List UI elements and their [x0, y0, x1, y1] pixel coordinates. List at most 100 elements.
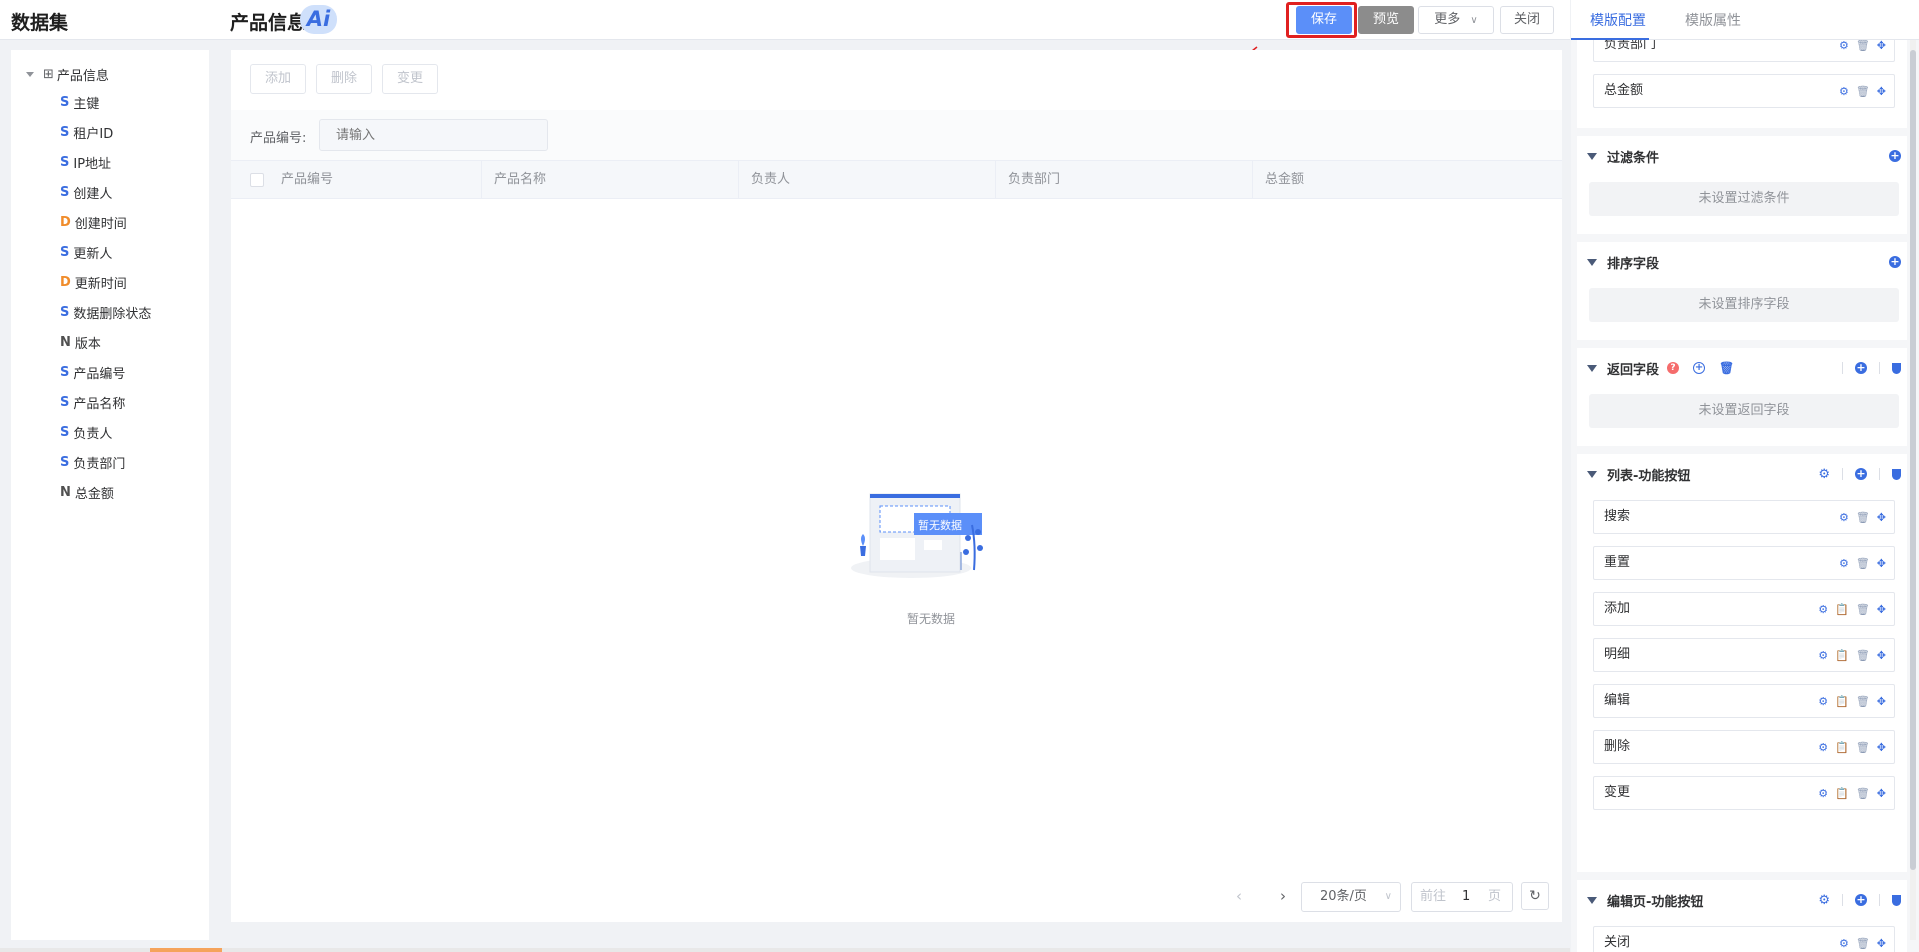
- shield-icon[interactable]: [1892, 894, 1901, 906]
- button-config-item[interactable]: 明细 ⚙ 📋 🗑 ✥: [1593, 638, 1895, 672]
- gear-icon[interactable]: ⚙: [1839, 40, 1849, 51]
- scrollbar[interactable]: [1910, 40, 1916, 940]
- trash-icon[interactable]: 🗑: [1856, 788, 1870, 799]
- tree-field-item[interactable]: S 负责人: [60, 422, 112, 442]
- tree-field-item[interactable]: N 版本: [60, 332, 101, 352]
- add-button[interactable]: 添加: [250, 64, 306, 94]
- gear-icon[interactable]: ⚙: [1839, 558, 1849, 569]
- trash-icon[interactable]: 🗑: [1856, 86, 1870, 97]
- gear-icon[interactable]: ⚙: [1839, 938, 1849, 949]
- clipboard-icon[interactable]: 📋: [1835, 788, 1849, 799]
- button-config-item[interactable]: 关闭 ⚙ 🗑 ✥: [1593, 926, 1895, 952]
- select-all-checkbox[interactable]: [250, 173, 264, 187]
- help-icon[interactable]: ?: [1667, 362, 1680, 374]
- gear-icon[interactable]: ⚙: [1818, 742, 1828, 753]
- tree-field-item[interactable]: S 数据删除状态: [60, 302, 151, 322]
- tree-field-item[interactable]: S 更新人: [60, 242, 112, 262]
- move-icon[interactable]: ✥: [1877, 604, 1886, 615]
- tree-field-item[interactable]: S 产品名称: [60, 392, 125, 412]
- tree-field-item[interactable]: N 总金额: [60, 482, 114, 502]
- tree-field-item[interactable]: D 更新时间: [60, 272, 127, 292]
- caret-down-icon[interactable]: [26, 71, 34, 77]
- scrollbar-thumb[interactable]: [1910, 50, 1916, 870]
- refresh-icon[interactable]: ↻: [1521, 882, 1549, 910]
- tree-field-item[interactable]: S IP地址: [60, 152, 111, 172]
- column-header[interactable]: 负责部门: [995, 161, 1252, 198]
- clipboard-icon[interactable]: 📋: [1835, 742, 1849, 753]
- trash-icon[interactable]: 🗑: [1856, 558, 1870, 569]
- trash-icon[interactable]: 🗑: [1856, 650, 1870, 661]
- tree-field-item[interactable]: S 产品编号: [60, 362, 125, 382]
- close-button[interactable]: 关闭: [1500, 6, 1554, 34]
- gear-icon[interactable]: ⚙: [1818, 788, 1828, 799]
- column-header[interactable]: 产品名称: [481, 161, 738, 198]
- delete-button[interactable]: 删除: [316, 64, 372, 94]
- tab-template-config[interactable]: 模版配置: [1590, 10, 1646, 30]
- circle-plus-icon[interactable]: +: [1693, 362, 1706, 374]
- clipboard-icon[interactable]: 📋: [1835, 604, 1849, 615]
- trash-icon[interactable]: 🗑: [1856, 604, 1870, 615]
- tree-field-item[interactable]: S 租户ID: [60, 122, 113, 142]
- change-button[interactable]: 变更: [382, 64, 438, 94]
- trash-icon[interactable]: 🗑: [1856, 40, 1870, 51]
- product-number-input[interactable]: [319, 119, 548, 151]
- move-icon[interactable]: ✥: [1877, 742, 1886, 753]
- field-item[interactable]: 负责部门 ⚙ 🗑 ✥: [1593, 40, 1895, 62]
- preview-button[interactable]: 预览: [1358, 6, 1414, 34]
- trash-icon[interactable]: 🗑: [1856, 512, 1870, 523]
- add-sort-icon[interactable]: +: [1889, 256, 1901, 268]
- move-icon[interactable]: ✥: [1877, 650, 1886, 661]
- field-item[interactable]: 总金额 ⚙ 🗑 ✥: [1593, 74, 1895, 108]
- filter-title[interactable]: 过滤条件: [1587, 146, 1659, 166]
- button-config-item[interactable]: 添加 ⚙ 📋 🗑 ✥: [1593, 592, 1895, 626]
- prev-page-icon[interactable]: ‹: [1227, 882, 1251, 910]
- column-header[interactable]: 总金额: [1252, 161, 1562, 198]
- gear-icon[interactable]: ⚙: [1818, 468, 1830, 481]
- tree-field-item[interactable]: S 创建人: [60, 182, 112, 202]
- trash-icon[interactable]: 🗑: [1856, 696, 1870, 707]
- gear-icon[interactable]: ⚙: [1818, 894, 1830, 907]
- button-config-item[interactable]: 变更 ⚙ 📋 🗑 ✥: [1593, 776, 1895, 810]
- button-config-item[interactable]: 重置 ⚙ 🗑 ✥: [1593, 546, 1895, 580]
- column-header[interactable]: 负责人: [738, 161, 995, 198]
- trash-icon[interactable]: 🗑: [1719, 361, 1734, 375]
- tree-field-item[interactable]: S 负责部门: [60, 452, 125, 472]
- clipboard-icon[interactable]: 📋: [1835, 650, 1849, 661]
- gear-icon[interactable]: ⚙: [1818, 696, 1828, 707]
- return-fields-title[interactable]: 返回字段? + 🗑: [1587, 358, 1734, 378]
- add-button-icon[interactable]: +: [1855, 894, 1867, 906]
- tree-field-item[interactable]: D 创建时间: [60, 212, 127, 232]
- ai-assistant-button[interactable]: Ai: [300, 5, 337, 34]
- next-page-icon[interactable]: ›: [1271, 882, 1295, 910]
- add-button-icon[interactable]: +: [1855, 468, 1867, 480]
- tree-root-node[interactable]: ⊞ 产品信息: [26, 64, 109, 84]
- trash-icon[interactable]: 🗑: [1856, 938, 1870, 949]
- tree-field-item[interactable]: S 主键: [60, 92, 99, 112]
- button-config-item[interactable]: 删除 ⚙ 📋 🗑 ✥: [1593, 730, 1895, 764]
- button-config-item[interactable]: 编辑 ⚙ 📋 🗑 ✥: [1593, 684, 1895, 718]
- gear-icon[interactable]: ⚙: [1839, 512, 1849, 523]
- column-header[interactable]: 产品编号: [269, 161, 481, 198]
- edit-buttons-title[interactable]: 编辑页-功能按钮: [1587, 890, 1703, 910]
- gear-icon[interactable]: ⚙: [1818, 604, 1828, 615]
- move-icon[interactable]: ✥: [1877, 938, 1886, 949]
- move-icon[interactable]: ✥: [1877, 512, 1886, 523]
- move-icon[interactable]: ✥: [1877, 788, 1886, 799]
- tab-template-properties[interactable]: 模版属性: [1685, 10, 1741, 30]
- shield-icon[interactable]: [1892, 468, 1901, 480]
- goto-page-input[interactable]: 1: [1462, 883, 1470, 911]
- gear-icon[interactable]: ⚙: [1839, 86, 1849, 97]
- sort-title[interactable]: 排序字段: [1587, 252, 1659, 272]
- page-size-select[interactable]: 20条/页 ∨: [1301, 882, 1401, 912]
- add-filter-icon[interactable]: +: [1889, 150, 1901, 162]
- move-icon[interactable]: ✥: [1877, 558, 1886, 569]
- clipboard-icon[interactable]: 📋: [1835, 696, 1849, 707]
- button-config-item[interactable]: 搜索 ⚙ 🗑 ✥: [1593, 500, 1895, 534]
- move-icon[interactable]: ✥: [1877, 40, 1886, 51]
- move-icon[interactable]: ✥: [1877, 86, 1886, 97]
- move-icon[interactable]: ✥: [1877, 696, 1886, 707]
- list-buttons-title[interactable]: 列表-功能按钮: [1587, 464, 1690, 484]
- gear-icon[interactable]: ⚙: [1818, 650, 1828, 661]
- add-return-field-icon[interactable]: +: [1855, 362, 1867, 374]
- trash-icon[interactable]: 🗑: [1856, 742, 1870, 753]
